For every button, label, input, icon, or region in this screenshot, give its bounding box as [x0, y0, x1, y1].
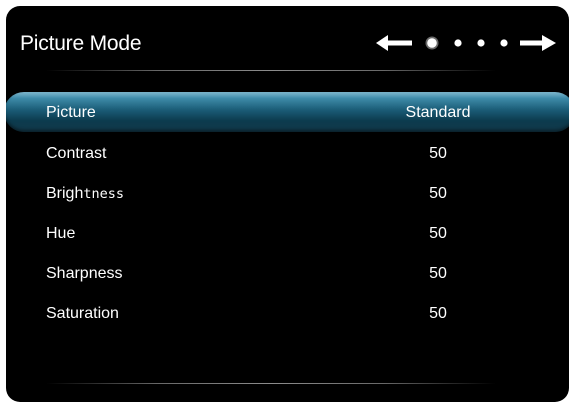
- setting-label-brightness-tail: tness: [83, 186, 124, 202]
- setting-label-brightness-main: Brigh: [46, 185, 84, 202]
- page-dot-2[interactable]: [454, 39, 462, 47]
- page-dot-4[interactable]: [500, 39, 508, 47]
- setting-row-contrast[interactable]: Contrast 50: [6, 134, 569, 174]
- setting-value-picture: Standard: [405, 104, 471, 121]
- setting-label-contrast: Contrast: [46, 145, 107, 162]
- page-title: Picture Mode: [20, 32, 142, 55]
- setting-value-sharpness: 50: [429, 265, 447, 282]
- bottom-divider: [46, 383, 496, 384]
- setting-value-saturation: 50: [429, 305, 447, 322]
- setting-label-hue: Hue: [46, 225, 76, 242]
- arrow-left-icon[interactable]: [376, 35, 412, 51]
- setting-value-brightness: 50: [429, 185, 447, 202]
- setting-row-hue[interactable]: Hue 50: [6, 214, 569, 254]
- setting-row-sharpness[interactable]: Sharpness 50: [6, 254, 569, 294]
- setting-value-contrast: 50: [429, 145, 447, 162]
- page-indicator-graphic: [376, 35, 556, 51]
- setting-label-sharpness: Sharpness: [46, 265, 123, 282]
- page-dot-3[interactable]: [477, 39, 485, 47]
- setting-value-hue: 50: [429, 225, 447, 242]
- setting-label-saturation: Saturation: [46, 305, 119, 322]
- arrow-right-icon[interactable]: [520, 35, 556, 51]
- setting-row-picture[interactable]: Picture Standard: [6, 92, 569, 134]
- setting-label-picture: Picture: [46, 104, 96, 121]
- page-dot-1[interactable]: [425, 36, 439, 50]
- top-divider: [46, 70, 496, 71]
- setting-row-brightness[interactable]: Brightness 50: [6, 174, 569, 214]
- settings-list: Picture Standard Contrast 50 Brightness …: [6, 92, 569, 334]
- picture-mode-panel: Picture Mode Picture Standard Contrast 5…: [6, 6, 569, 402]
- setting-row-saturation[interactable]: Saturation 50: [6, 294, 569, 334]
- page-indicator: [374, 32, 558, 54]
- setting-label-brightness: Brightness: [46, 185, 124, 203]
